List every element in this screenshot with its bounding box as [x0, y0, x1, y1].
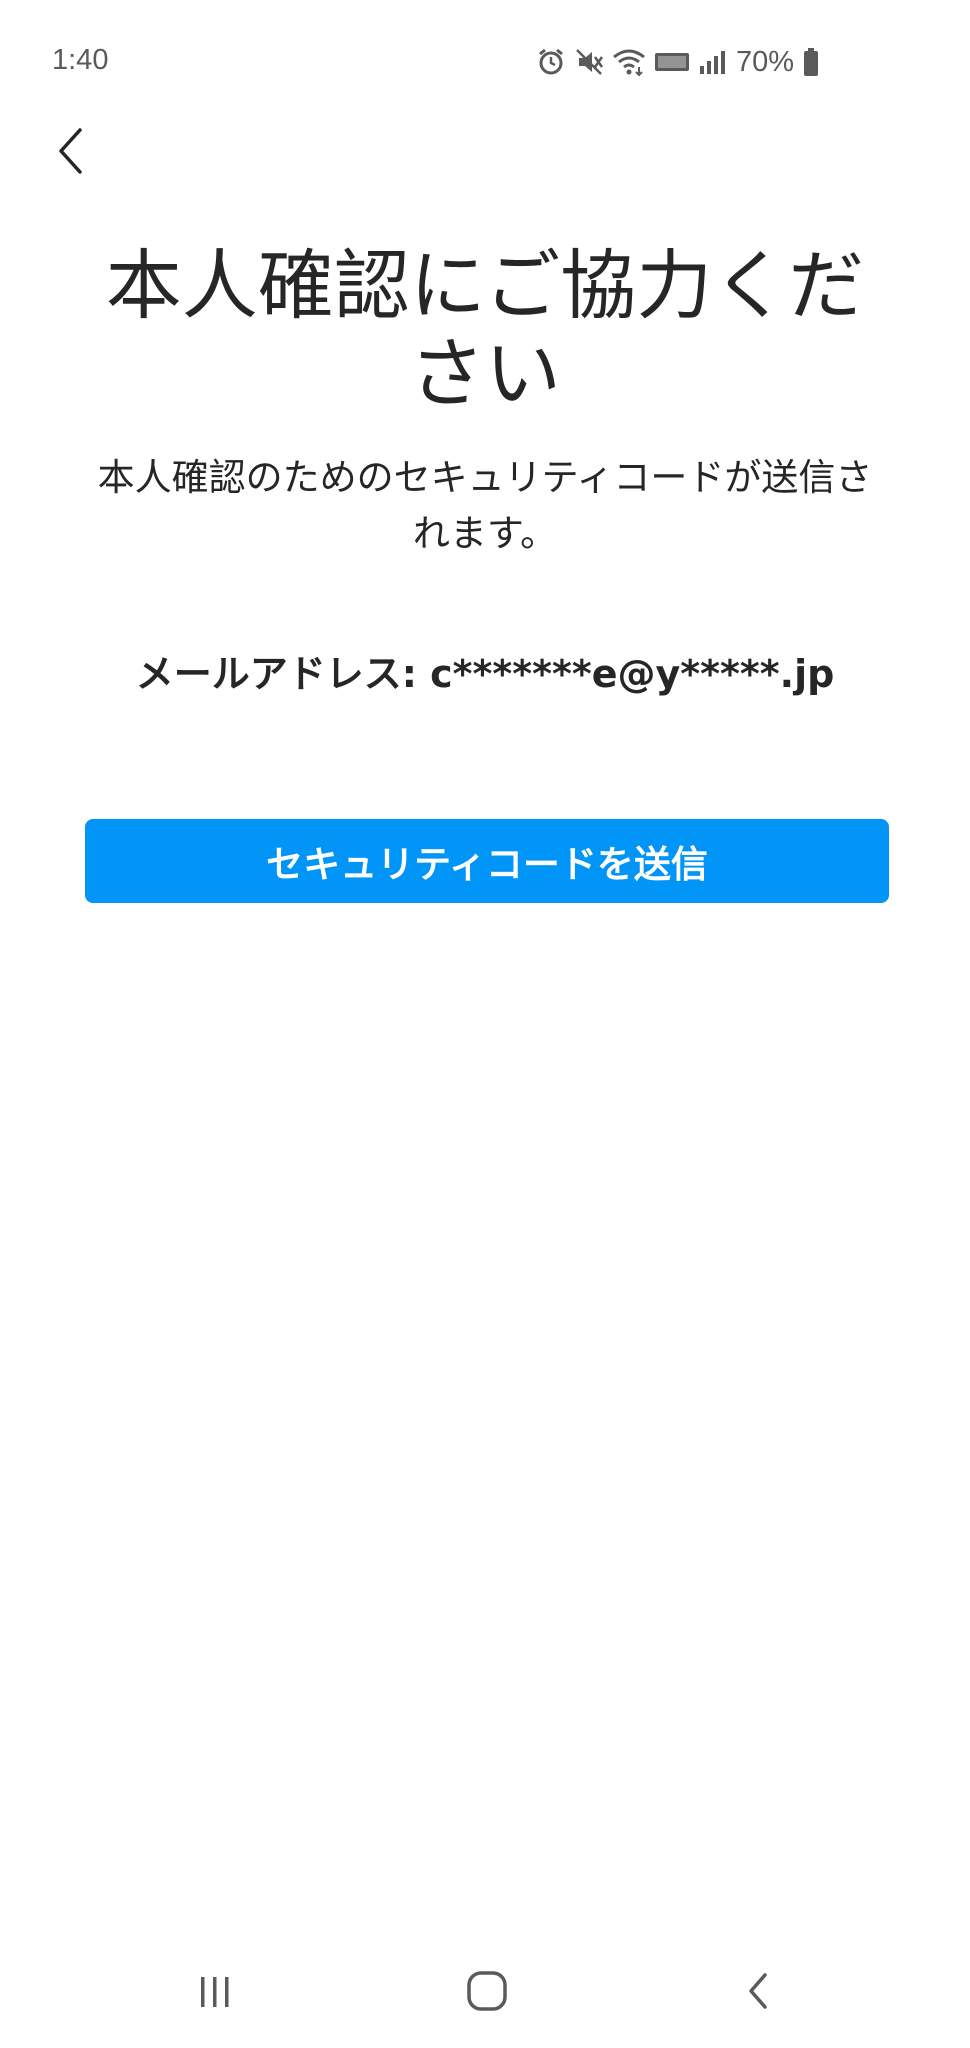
home-button[interactable]	[427, 1938, 547, 2048]
battery-percent: 70%	[735, 45, 794, 78]
masked-email: メールアドレス: c*******e@y*****.jp	[135, 652, 835, 696]
signal-icon	[698, 48, 726, 76]
recent-apps-button[interactable]	[155, 1938, 275, 2048]
battery-icon	[802, 47, 820, 77]
send-security-code-button[interactable]: セキュリティコードを送信	[85, 819, 889, 903]
mute-icon	[574, 47, 604, 77]
navigation-bar	[0, 1938, 970, 2048]
status-time: 1:40	[52, 44, 109, 76]
status-icons: 70%	[536, 42, 820, 82]
recent-apps-icon	[195, 1971, 235, 2015]
back-button[interactable]	[44, 122, 96, 184]
home-icon	[465, 1969, 509, 2017]
back-icon	[743, 1969, 773, 2017]
chevron-left-icon	[55, 126, 85, 180]
volte-icon	[654, 51, 690, 73]
page-title: 本人確認にご協力ください	[105, 241, 865, 418]
status-bar: 1:40 70%	[0, 0, 970, 120]
system-back-button[interactable]	[698, 1938, 818, 2048]
page-description: 本人確認のためのセキュリティコードが送信されます。	[97, 456, 873, 555]
wifi-icon	[612, 47, 646, 77]
alarm-icon	[536, 47, 566, 77]
